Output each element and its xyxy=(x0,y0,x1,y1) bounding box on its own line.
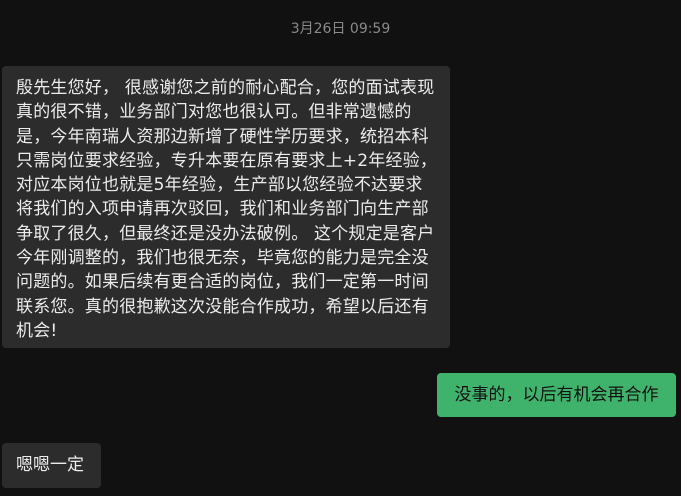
chat-window: 3月26日 09:59 殷先生您好， 很感谢您之前的耐心配合，您的面试表现真的很… xyxy=(0,0,681,496)
outgoing-message-bubble[interactable]: 没事的，以后有机会再合作 xyxy=(437,373,676,417)
incoming-message-bubble[interactable]: 殷先生您好， 很感谢您之前的耐心配合，您的面试表现真的很不错，业务部门对您也很认… xyxy=(2,66,450,348)
incoming-message-bubble[interactable]: 嗯嗯一定 xyxy=(2,443,101,488)
message-timestamp: 3月26日 09:59 xyxy=(290,21,391,37)
